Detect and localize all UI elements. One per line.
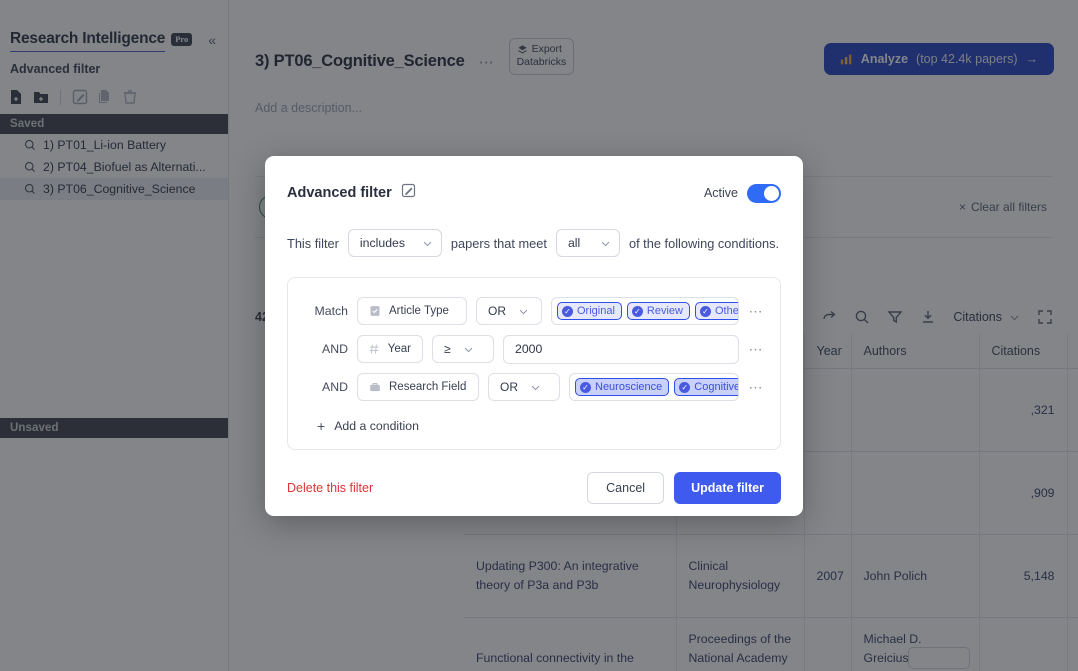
add-condition-button[interactable]: + Add a condition (304, 414, 764, 436)
operator-value: OR (488, 304, 506, 318)
field-label: Research Field (389, 381, 466, 393)
dialog-title: Advanced filter (287, 185, 392, 201)
dialog-header: Advanced filter Active (287, 156, 781, 203)
active-toggle-group: Active (704, 184, 781, 203)
condition-prefix: AND (304, 380, 348, 394)
condition-more-button[interactable]: ⋯ (748, 341, 764, 358)
active-label: Active (704, 186, 738, 200)
sentence-part-2: papers that meet (451, 236, 547, 251)
operator-select-or-1[interactable]: OR (476, 297, 542, 325)
hash-icon (369, 343, 380, 355)
operator-select-or-2[interactable]: OR (488, 373, 560, 401)
dialog-footer: Delete this filter Cancel Update filter (287, 472, 781, 504)
delete-filter-link[interactable]: Delete this filter (287, 481, 373, 495)
operator-select-gte[interactable]: ≥ (432, 335, 494, 363)
plus-icon: + (317, 418, 325, 434)
condition-row-research-field: AND Research Field OR ✓ Neuroscience ✓ Cog… (304, 368, 764, 406)
advanced-filter-dialog: Advanced filter Active This filter inclu… (265, 156, 803, 516)
chip-label: Neuroscience (595, 381, 662, 393)
field-select-research-field[interactable]: Research Field (357, 373, 479, 401)
app-root: Research Intelligence Pro « Advanced fil… (0, 0, 1078, 671)
includes-select[interactable]: includes (348, 229, 442, 257)
cancel-button[interactable]: Cancel (587, 472, 664, 504)
match-all-select-value: all (568, 236, 580, 250)
field-label: Article Type (389, 305, 449, 317)
check-icon: ✓ (700, 306, 711, 317)
field-select-year[interactable]: Year (357, 335, 423, 363)
chevron-down-icon (530, 382, 541, 393)
condition-more-button[interactable]: ⋯ (748, 379, 764, 396)
chip-label: Cognitive (694, 381, 739, 393)
match-all-select[interactable]: all (556, 229, 620, 257)
operator-value: OR (500, 380, 518, 394)
chevron-down-icon (463, 344, 474, 355)
chip-neuroscience[interactable]: ✓ Neuroscience (575, 378, 669, 396)
update-filter-button[interactable]: Update filter (674, 472, 781, 504)
checklist-icon (369, 305, 381, 317)
briefcase-icon (369, 381, 381, 393)
includes-select-value: includes (360, 236, 405, 250)
value-chips-research-field[interactable]: ✓ Neuroscience ✓ Cognitive (569, 373, 739, 401)
check-icon: ✓ (580, 382, 591, 393)
field-label: Year (388, 343, 411, 355)
chip-original[interactable]: ✓ Original (557, 302, 622, 320)
chip-other[interactable]: ✓ Othe (695, 302, 739, 320)
active-toggle[interactable] (747, 184, 781, 203)
value-chips-article-type[interactable]: ✓ Original ✓ Review ✓ Othe (551, 297, 739, 325)
chip-review[interactable]: ✓ Review (627, 302, 690, 320)
filter-sentence: This filter includes papers that meet al… (287, 229, 781, 257)
condition-row-year: AND Year ≥ ⋯ (304, 330, 764, 368)
condition-prefix: AND (304, 342, 348, 356)
chevron-down-icon (422, 238, 433, 249)
chevron-down-icon (518, 306, 529, 317)
chip-label: Othe (715, 305, 739, 317)
check-icon: ✓ (632, 306, 643, 317)
field-select-article-type[interactable]: Article Type (357, 297, 467, 325)
chip-cognitive[interactable]: ✓ Cognitive (674, 378, 739, 396)
chip-label: Original (577, 305, 615, 317)
year-value-input[interactable] (503, 335, 739, 364)
sentence-part-1: This filter (287, 236, 339, 251)
check-icon: ✓ (562, 306, 573, 317)
chip-label: Review (647, 305, 683, 317)
edit-icon[interactable] (401, 183, 416, 203)
check-icon: ✓ (679, 382, 690, 393)
sentence-part-3: of the following conditions. (629, 236, 779, 251)
conditions-container: Match Article Type OR ✓ Original ✓ Review … (287, 277, 781, 450)
condition-more-button[interactable]: ⋯ (748, 303, 764, 320)
add-condition-label: Add a condition (334, 419, 419, 433)
condition-row-article-type: Match Article Type OR ✓ Original ✓ Review … (304, 292, 764, 330)
condition-prefix: Match (304, 304, 348, 318)
operator-value: ≥ (444, 342, 451, 356)
chevron-down-icon (600, 238, 611, 249)
